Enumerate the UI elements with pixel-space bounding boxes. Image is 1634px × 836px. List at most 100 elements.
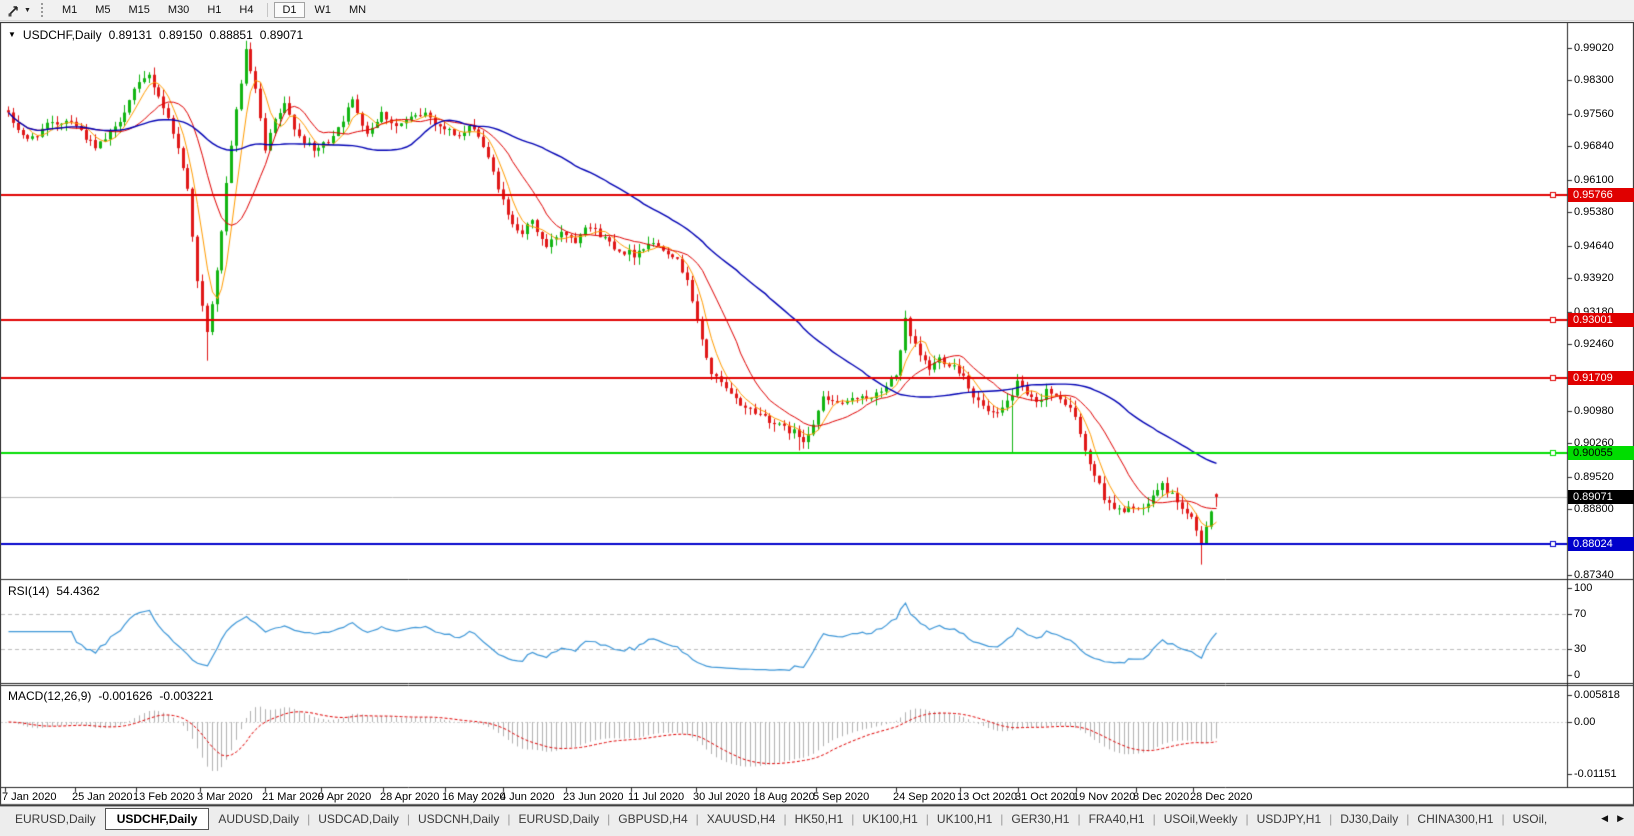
chevron-down-icon[interactable]: ▼ <box>24 7 31 14</box>
timeframe-d1-button[interactable]: D1 <box>274 2 305 18</box>
macd-value-2: -0.003221 <box>159 689 214 703</box>
timeframe-toolbar: ▼ M1 M5 M15 M30 H1 H4 D1 W1 MN <box>0 0 1634 21</box>
price-tick-label: 0.87340 <box>1574 569 1614 581</box>
date-label: 31 Oct 2020 <box>1015 791 1075 803</box>
price-badge-0.88024: 0.88024 <box>1568 537 1634 552</box>
rsi-tick-label: 30 <box>1574 643 1587 656</box>
price-tick-label: 0.94640 <box>1574 239 1614 252</box>
timeframe-buttons: M1 M5 M15 M30 H1 H4 D1 W1 MN <box>53 0 375 20</box>
tab-usdcad-daily[interactable]: USDCAD,Daily <box>311 809 406 829</box>
timeframe-w1-button[interactable]: W1 <box>307 2 340 18</box>
tab-ger30-h1[interactable]: GER30,H1 <box>1004 809 1076 829</box>
chart-canvas[interactable] <box>0 0 1634 836</box>
date-label: 13 Feb 2020 <box>133 791 195 803</box>
macd-tick-label: -0.01151 <box>1574 767 1617 780</box>
tab-uk100-h1[interactable]: UK100,H1 <box>930 809 999 829</box>
tab-usoil-weekly[interactable]: USOil,Weekly <box>1157 809 1245 829</box>
timeframe-h1-button[interactable]: H1 <box>199 2 229 18</box>
date-label: 9 Apr 2020 <box>318 791 372 803</box>
tab-usdchf-daily[interactable]: USDCHF,Daily <box>104 808 210 830</box>
date-label: 13 Oct 2020 <box>957 791 1017 803</box>
chart-title: ▼ USDCHF,Daily 0.89131 0.89150 0.88851 0… <box>8 28 303 42</box>
tab-dj30-daily[interactable]: DJ30,Daily <box>1333 809 1405 829</box>
date-label: 30 Jul 2020 <box>693 791 750 803</box>
tab-divider: | <box>695 812 699 826</box>
rsi-tick-label: 70 <box>1574 608 1587 621</box>
tab-eurusd-daily[interactable]: EURUSD,Daily <box>8 809 103 829</box>
tab-audusd-daily[interactable]: AUDUSD,Daily <box>211 809 306 829</box>
tab-divider: | <box>1245 812 1249 826</box>
macd-value-1: -0.001626 <box>98 689 153 703</box>
tab-divider: | <box>851 812 855 826</box>
tab-gbpusd-h4[interactable]: GBPUSD,H4 <box>611 809 694 829</box>
price-badge-0.89071: 0.89071 <box>1568 489 1634 504</box>
timeframe-mn-button[interactable]: MN <box>341 2 374 18</box>
price-tick-label: 0.99020 <box>1574 42 1614 54</box>
timeframe-m15-button[interactable]: M15 <box>121 2 158 18</box>
date-label: 28 Dec 2020 <box>1190 791 1253 803</box>
price-tick-label: 0.93920 <box>1574 272 1614 285</box>
price-badge-0.91709: 0.91709 <box>1568 370 1634 385</box>
toolbar-grip[interactable] <box>40 3 46 17</box>
tab-divider: | <box>1329 812 1333 826</box>
tab-eurusd-daily[interactable]: EURUSD,Daily <box>511 809 606 829</box>
date-label: 16 May 2020 <box>442 791 506 803</box>
tabs-scroll-left-button[interactable]: ◀ <box>1601 813 1608 824</box>
price-tick-label: 0.90980 <box>1574 404 1614 417</box>
charts-tool-button[interactable]: ▼ <box>0 0 38 20</box>
tab-divider: | <box>1077 812 1081 826</box>
rsi-tick-label: 100 <box>1574 582 1593 595</box>
date-label: 4 Jun 2020 <box>500 791 555 803</box>
price-badge-0.90055: 0.90055 <box>1568 445 1634 460</box>
date-label: 5 Sep 2020 <box>813 791 870 803</box>
tab-usdcnh-daily[interactable]: USDCNH,Daily <box>411 809 506 829</box>
tab-divider: | <box>1000 812 1004 826</box>
symbol-tabbar: EURUSD,Daily USDCHF,Daily AUDUSD,Daily | USD… <box>0 806 1634 836</box>
rsi-name: RSI(14) <box>8 584 50 598</box>
rsi-label: RSI(14) 54.4362 <box>8 584 100 598</box>
date-label: 3 Mar 2020 <box>197 791 253 803</box>
macd-tick-label: 0.005818 <box>1574 689 1620 701</box>
tab-usdjpy-h1[interactable]: USDJPY,H1 <box>1250 809 1328 829</box>
date-label: 18 Aug 2020 <box>753 791 815 803</box>
timeframe-m5-button[interactable]: M5 <box>87 2 118 18</box>
tab-hk50-h1[interactable]: HK50,H1 <box>788 809 851 829</box>
toolbar-separator <box>267 3 269 17</box>
tab-xauusd-h4[interactable]: XAUUSD,H4 <box>700 809 783 829</box>
price-tick-label: 0.96840 <box>1574 140 1614 153</box>
tab-usoil[interactable]: USOil, <box>1506 809 1555 829</box>
date-label: 25 Jan 2020 <box>72 791 133 803</box>
ohlc-open: 0.89131 <box>108 28 152 42</box>
rsi-value: 54.4362 <box>56 584 100 598</box>
tab-divider: | <box>507 812 511 826</box>
rsi-tick-label: 0 <box>1574 669 1581 681</box>
ohlc-close: 0.89071 <box>259 28 304 42</box>
tab-china300-h1[interactable]: CHINA300,H1 <box>1410 809 1500 829</box>
tab-fra40-h1[interactable]: FRA40,H1 <box>1082 809 1152 829</box>
price-tick-label: 0.96100 <box>1574 173 1614 186</box>
macd-label: MACD(12,26,9) -0.001626 -0.003221 <box>8 689 213 703</box>
tab-divider: | <box>1152 812 1156 826</box>
date-label: 21 Mar 2020 <box>262 791 324 803</box>
price-tick-label: 0.88800 <box>1574 503 1614 516</box>
timeframe-m1-button[interactable]: M1 <box>54 2 85 18</box>
macd-tick-label: 0.00 <box>1574 716 1596 728</box>
macd-name: MACD(12,26,9) <box>8 689 92 703</box>
timeframe-h4-button[interactable]: H4 <box>231 2 261 18</box>
price-tick-label: 0.97560 <box>1574 107 1614 120</box>
mt4-terminal: ▼ M1 M5 M15 M30 H1 H4 D1 W1 MN ▼ USDCHF,Daily 0.… <box>0 0 1634 836</box>
tab-divider: | <box>307 812 311 826</box>
collapse-triangle-icon[interactable]: ▼ <box>8 30 16 39</box>
tab-divider: | <box>1406 812 1410 826</box>
tabs-scroll-right-button[interactable]: ▶ <box>1617 813 1624 824</box>
date-label: 7 Jan 2020 <box>2 791 57 803</box>
tab-uk100-h1[interactable]: UK100,H1 <box>855 809 924 829</box>
price-tick-label: 0.98300 <box>1574 74 1614 87</box>
tab-divider: | <box>607 812 611 826</box>
ohlc-high: 0.89150 <box>159 28 203 42</box>
date-label: 11 Jul 2020 <box>628 791 685 803</box>
tab-divider: | <box>1501 812 1505 826</box>
price-badge-0.93001: 0.93001 <box>1568 312 1634 327</box>
timeframe-m30-button[interactable]: M30 <box>160 2 197 18</box>
date-label: 24 Sep 2020 <box>893 791 956 803</box>
